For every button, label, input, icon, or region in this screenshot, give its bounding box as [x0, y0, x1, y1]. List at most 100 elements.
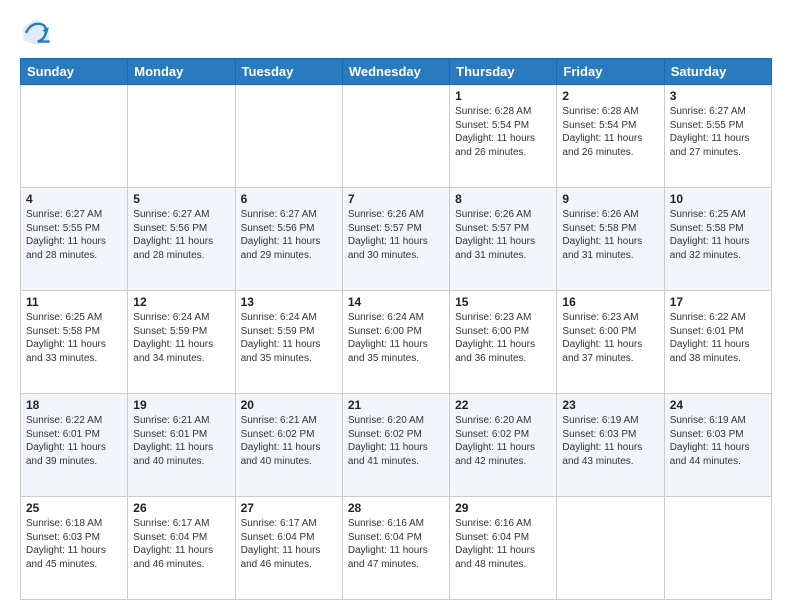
- calendar-cell: 25Sunrise: 6:18 AM Sunset: 6:03 PM Dayli…: [21, 497, 128, 600]
- day-number: 28: [348, 501, 444, 515]
- day-content: Sunrise: 6:28 AM Sunset: 5:54 PM Dayligh…: [455, 105, 551, 159]
- calendar-cell: 13Sunrise: 6:24 AM Sunset: 5:59 PM Dayli…: [235, 291, 342, 394]
- calendar-cell: 19 Sunrise: 6:21 AM Sunset: 6:01 PM Dayli…: [128, 394, 235, 497]
- calendar-cell: 7 Sunrise: 6:26 AM Sunset: 5:57 PM Daylig…: [342, 188, 449, 291]
- week-row-5: 25Sunrise: 6:18 AM Sunset: 6:03 PM Dayli…: [21, 497, 772, 600]
- day-content: Sunrise: 6:23 AM Sunset: 6:00 PM Dayligh…: [455, 311, 551, 365]
- day-number: 10: [670, 192, 766, 206]
- calendar-cell: 11 Sunrise: 6:25 AM Sunset: 5:58 PM Dayli…: [21, 291, 128, 394]
- day-number: 20: [241, 398, 337, 412]
- day-content: Sunrise: 6:24 AM Sunset: 5:59 PM Dayligh…: [133, 311, 229, 365]
- calendar-cell: 10 Sunrise: 6:25 AM Sunset: 5:58 PM Dayli…: [664, 188, 771, 291]
- day-content: Sunrise: 6:20 AM Sunset: 6:02 PM Dayligh…: [348, 414, 444, 468]
- day-header-wednesday: Wednesday: [342, 59, 449, 85]
- header: [20, 16, 772, 48]
- calendar-cell: 18Sunrise: 6:22 AM Sunset: 6:01 PM Dayli…: [21, 394, 128, 497]
- calendar-cell: [21, 85, 128, 188]
- day-content: Sunrise: 6:16 AM Sunset: 6:04 PM Dayligh…: [455, 517, 551, 571]
- day-content: Sunrise: 6:24 AM Sunset: 6:00 PM Dayligh…: [348, 311, 444, 365]
- calendar-cell: [557, 497, 664, 600]
- day-content: Sunrise: 6:17 AM Sunset: 6:04 PM Dayligh…: [133, 517, 229, 571]
- calendar-body: 1 Sunrise: 6:28 AM Sunset: 5:54 PM Daylig…: [21, 85, 772, 600]
- day-header-sunday: Sunday: [21, 59, 128, 85]
- calendar-cell: 8 Sunrise: 6:26 AM Sunset: 5:57 PM Daylig…: [450, 188, 557, 291]
- calendar-cell: 24 Sunrise: 6:19 AM Sunset: 6:03 PM Dayli…: [664, 394, 771, 497]
- calendar-table: SundayMondayTuesdayWednesdayThursdayFrid…: [20, 58, 772, 600]
- calendar-cell: 27 Sunrise: 6:17 AM Sunset: 6:04 PM Dayli…: [235, 497, 342, 600]
- day-number: 23: [562, 398, 658, 412]
- day-number: 25: [26, 501, 122, 515]
- day-number: 19: [133, 398, 229, 412]
- calendar-cell: 17Sunrise: 6:22 AM Sunset: 6:01 PM Dayli…: [664, 291, 771, 394]
- calendar-cell: 4 Sunrise: 6:27 AM Sunset: 5:55 PM Daylig…: [21, 188, 128, 291]
- calendar-cell: 6 Sunrise: 6:27 AM Sunset: 5:56 PM Daylig…: [235, 188, 342, 291]
- day-number: 29: [455, 501, 551, 515]
- week-row-4: 18Sunrise: 6:22 AM Sunset: 6:01 PM Dayli…: [21, 394, 772, 497]
- day-content: Sunrise: 6:16 AM Sunset: 6:04 PM Dayligh…: [348, 517, 444, 571]
- calendar-cell: 21 Sunrise: 6:20 AM Sunset: 6:02 PM Dayli…: [342, 394, 449, 497]
- calendar-cell: 3 Sunrise: 6:27 AM Sunset: 5:55 PM Daylig…: [664, 85, 771, 188]
- day-number: 5: [133, 192, 229, 206]
- calendar-cell: 29 Sunrise: 6:16 AM Sunset: 6:04 PM Dayli…: [450, 497, 557, 600]
- calendar-cell: [128, 85, 235, 188]
- day-header-saturday: Saturday: [664, 59, 771, 85]
- calendar-cell: 26 Sunrise: 6:17 AM Sunset: 6:04 PM Dayli…: [128, 497, 235, 600]
- logo-icon: [20, 16, 52, 48]
- day-number: 21: [348, 398, 444, 412]
- day-number: 9: [562, 192, 658, 206]
- day-header-monday: Monday: [128, 59, 235, 85]
- calendar-cell: 15Sunrise: 6:23 AM Sunset: 6:00 PM Dayli…: [450, 291, 557, 394]
- calendar-cell: 23 Sunrise: 6:19 AM Sunset: 6:03 PM Dayli…: [557, 394, 664, 497]
- day-number: 7: [348, 192, 444, 206]
- calendar-cell: 5Sunrise: 6:27 AM Sunset: 5:56 PM Daylig…: [128, 188, 235, 291]
- day-content: Sunrise: 6:19 AM Sunset: 6:03 PM Dayligh…: [562, 414, 658, 468]
- day-content: Sunrise: 6:27 AM Sunset: 5:55 PM Dayligh…: [670, 105, 766, 159]
- day-content: Sunrise: 6:27 AM Sunset: 5:55 PM Dayligh…: [26, 208, 122, 262]
- day-number: 16: [562, 295, 658, 309]
- day-number: 18: [26, 398, 122, 412]
- day-content: Sunrise: 6:22 AM Sunset: 6:01 PM Dayligh…: [670, 311, 766, 365]
- day-content: Sunrise: 6:21 AM Sunset: 6:02 PM Dayligh…: [241, 414, 337, 468]
- day-number: 2: [562, 89, 658, 103]
- calendar-header: SundayMondayTuesdayWednesdayThursdayFrid…: [21, 59, 772, 85]
- day-content: Sunrise: 6:27 AM Sunset: 5:56 PM Dayligh…: [241, 208, 337, 262]
- calendar-cell: [235, 85, 342, 188]
- day-content: Sunrise: 6:26 AM Sunset: 5:57 PM Dayligh…: [348, 208, 444, 262]
- day-content: Sunrise: 6:26 AM Sunset: 5:57 PM Dayligh…: [455, 208, 551, 262]
- day-content: Sunrise: 6:28 AM Sunset: 5:54 PM Dayligh…: [562, 105, 658, 159]
- day-content: Sunrise: 6:17 AM Sunset: 6:04 PM Dayligh…: [241, 517, 337, 571]
- day-header-friday: Friday: [557, 59, 664, 85]
- calendar-cell: 12 Sunrise: 6:24 AM Sunset: 5:59 PM Dayli…: [128, 291, 235, 394]
- day-number: 26: [133, 501, 229, 515]
- calendar-cell: 28 Sunrise: 6:16 AM Sunset: 6:04 PM Dayli…: [342, 497, 449, 600]
- day-number: 14: [348, 295, 444, 309]
- page: SundayMondayTuesdayWednesdayThursdayFrid…: [0, 0, 792, 612]
- calendar-cell: 22Sunrise: 6:20 AM Sunset: 6:02 PM Dayli…: [450, 394, 557, 497]
- header-row: SundayMondayTuesdayWednesdayThursdayFrid…: [21, 59, 772, 85]
- day-content: Sunrise: 6:21 AM Sunset: 6:01 PM Dayligh…: [133, 414, 229, 468]
- calendar-cell: 2 Sunrise: 6:28 AM Sunset: 5:54 PM Daylig…: [557, 85, 664, 188]
- week-row-1: 1 Sunrise: 6:28 AM Sunset: 5:54 PM Daylig…: [21, 85, 772, 188]
- day-number: 6: [241, 192, 337, 206]
- calendar-cell: 9 Sunrise: 6:26 AM Sunset: 5:58 PM Daylig…: [557, 188, 664, 291]
- day-number: 12: [133, 295, 229, 309]
- day-content: Sunrise: 6:19 AM Sunset: 6:03 PM Dayligh…: [670, 414, 766, 468]
- calendar-cell: [342, 85, 449, 188]
- day-number: 24: [670, 398, 766, 412]
- day-number: 11: [26, 295, 122, 309]
- day-content: Sunrise: 6:25 AM Sunset: 5:58 PM Dayligh…: [26, 311, 122, 365]
- day-number: 8: [455, 192, 551, 206]
- day-content: Sunrise: 6:25 AM Sunset: 5:58 PM Dayligh…: [670, 208, 766, 262]
- day-content: Sunrise: 6:23 AM Sunset: 6:00 PM Dayligh…: [562, 311, 658, 365]
- calendar-cell: 1 Sunrise: 6:28 AM Sunset: 5:54 PM Daylig…: [450, 85, 557, 188]
- day-number: 1: [455, 89, 551, 103]
- day-number: 4: [26, 192, 122, 206]
- day-number: 27: [241, 501, 337, 515]
- calendar-cell: [664, 497, 771, 600]
- day-content: Sunrise: 6:20 AM Sunset: 6:02 PM Dayligh…: [455, 414, 551, 468]
- day-content: Sunrise: 6:26 AM Sunset: 5:58 PM Dayligh…: [562, 208, 658, 262]
- calendar-cell: 14 Sunrise: 6:24 AM Sunset: 6:00 PM Dayli…: [342, 291, 449, 394]
- day-number: 3: [670, 89, 766, 103]
- day-header-tuesday: Tuesday: [235, 59, 342, 85]
- day-content: Sunrise: 6:24 AM Sunset: 5:59 PM Dayligh…: [241, 311, 337, 365]
